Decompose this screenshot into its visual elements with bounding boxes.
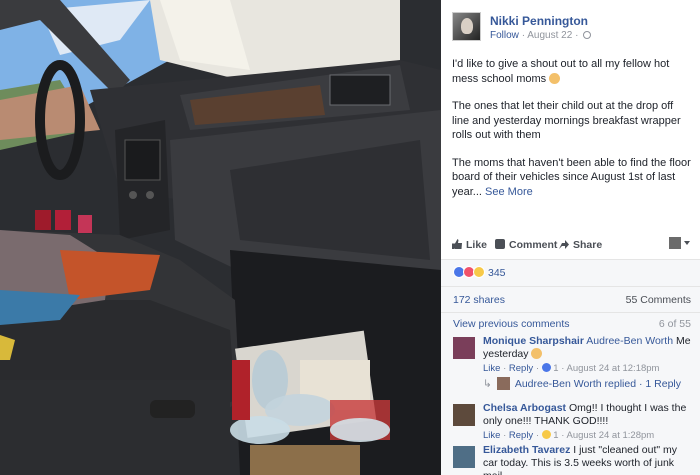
- comment-pager: 6 of 55: [658, 318, 691, 330]
- author-name[interactable]: Nikki Pennington: [490, 14, 588, 28]
- emoji-icon: [549, 72, 561, 84]
- emoji-icon: [531, 348, 543, 359]
- haha-reaction-icon: [541, 430, 551, 439]
- shares-row: 172 shares 55 Comments: [453, 294, 691, 306]
- divider: [441, 259, 700, 260]
- reply-arrow-icon: ↳: [483, 378, 492, 390]
- car-interior-image: [0, 0, 441, 475]
- meta-separator: ·: [575, 30, 582, 41]
- comment-text: Chelsa Arbogast Omg!! I thought I was th…: [483, 402, 687, 427]
- reactions-summary[interactable]: 345: [453, 266, 506, 280]
- comment-reply-link[interactable]: Reply: [509, 363, 533, 374]
- commenter-avatar[interactable]: [453, 337, 475, 359]
- thumb-icon: [452, 239, 462, 249]
- comment-reply-link[interactable]: Reply: [509, 430, 533, 441]
- comment-body: Monique Sharpshair Audree-Ben Worth Me y…: [483, 335, 691, 375]
- post-paragraph: I'd like to give a shout out to all my f…: [452, 58, 670, 85]
- post-as-selector[interactable]: [669, 237, 690, 250]
- post-text: I'd like to give a shout out to all my f…: [452, 57, 692, 212]
- divider: [441, 286, 700, 287]
- post-meta: Follow · August 22 ·: [490, 30, 592, 41]
- like-button[interactable]: Like: [452, 239, 487, 251]
- view-previous-comments: View previous comments 6 of 55: [453, 318, 691, 330]
- commenter-avatar[interactable]: [453, 404, 475, 426]
- reaction-count: 345: [488, 267, 506, 279]
- share-button[interactable]: Share: [559, 239, 602, 251]
- follow-link[interactable]: Follow: [490, 30, 519, 41]
- share-arrow-icon: [559, 240, 569, 249]
- comment-reaction-count: 1: [553, 430, 559, 441]
- like-reaction-icon: [541, 363, 551, 372]
- comment-meta: Like · Reply · 1 · August 24 at 12:18pm: [483, 363, 660, 374]
- post-paragraph: The ones that let their child out at the…: [452, 100, 681, 141]
- comment-body: Chelsa Arbogast Omg!! I thought I was th…: [483, 402, 691, 442]
- commenter-avatar[interactable]: [453, 446, 475, 468]
- comment-like-link[interactable]: Like: [483, 430, 500, 441]
- reply-summary[interactable]: ↳ Audree-Ben Worth replied · 1 Reply: [483, 377, 681, 390]
- globe-icon: [583, 31, 592, 39]
- viewer-avatar: [669, 237, 681, 249]
- haha-reaction-icon: [473, 266, 485, 278]
- comment-text: Monique Sharpshair Audree-Ben Worth Me y…: [483, 335, 691, 360]
- speech-bubble-icon: [495, 239, 505, 249]
- comment-reaction-count: 1: [553, 363, 559, 374]
- tagged-user[interactable]: Audree-Ben Worth: [586, 335, 673, 347]
- view-previous-link[interactable]: View previous comments: [453, 318, 570, 330]
- post-paragraph: The moms that haven't been able to find …: [452, 156, 691, 198]
- post-date[interactable]: August 22: [527, 30, 572, 41]
- post-photo[interactable]: [0, 0, 441, 475]
- post-actions: Like Comment Share: [452, 236, 690, 256]
- comment-body: Elizabeth Tavarez I just "cleaned out" m…: [483, 444, 691, 475]
- comment-text: Elizabeth Tavarez I just "cleaned out" m…: [483, 444, 678, 475]
- comment-like-link[interactable]: Like: [483, 363, 500, 374]
- author-avatar[interactable]: [452, 12, 481, 41]
- commenter-name[interactable]: Elizabeth Tavarez: [483, 444, 570, 456]
- comments-count[interactable]: 55 Comments: [626, 294, 691, 306]
- comment-meta: Like · Reply · 1 · August 24 at 1:28pm: [483, 430, 655, 441]
- commenter-name[interactable]: Monique Sharpshair: [483, 335, 584, 347]
- reply-avatar: [496, 377, 510, 390]
- comment-time[interactable]: August 24 at 12:18pm: [567, 363, 660, 374]
- post-panel: Nikki Pennington Follow · August 22 · I'…: [441, 0, 700, 475]
- chevron-down-icon: [684, 241, 690, 245]
- commenter-name[interactable]: Chelsa Arbogast: [483, 402, 566, 414]
- post-header: Nikki Pennington Follow · August 22 ·: [452, 12, 692, 44]
- comment-time[interactable]: August 24 at 1:28pm: [567, 430, 655, 441]
- divider: [441, 312, 700, 313]
- shares-link[interactable]: 172 shares: [453, 294, 505, 306]
- comment-button[interactable]: Comment: [495, 239, 557, 251]
- see-more-link[interactable]: See More: [485, 186, 533, 198]
